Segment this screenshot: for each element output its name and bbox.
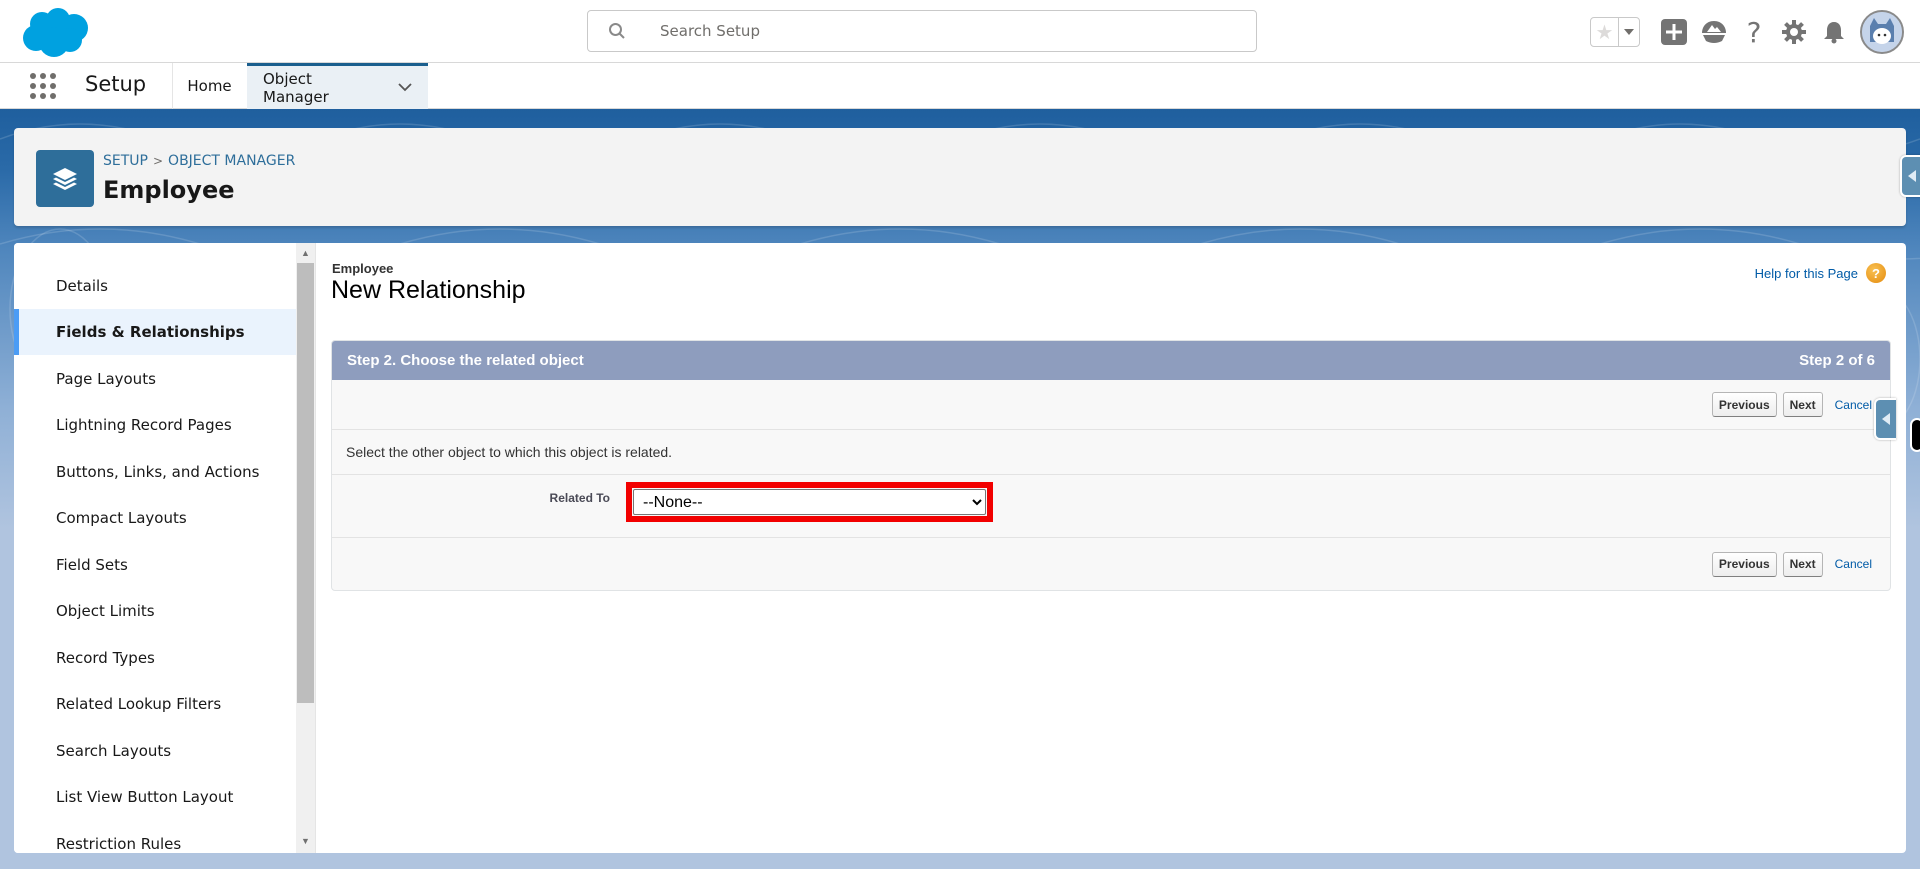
setup-gear-icon[interactable] (1774, 12, 1814, 52)
breadcrumb-setup[interactable]: SETUP (103, 153, 148, 169)
page-title: New Relationship (331, 276, 526, 304)
top-button-row: Previous Next Cancel (332, 380, 1890, 430)
next-button-bottom[interactable]: Next (1782, 551, 1823, 577)
chevron-left-icon (1882, 413, 1890, 425)
sidebar-item-details[interactable]: Details (14, 263, 296, 309)
scroll-down-arrow-icon[interactable]: ▼ (296, 833, 315, 849)
chevron-down-icon[interactable] (398, 83, 412, 92)
sidebar-item-label: Details (56, 277, 109, 295)
sidebar-item-compact-layouts[interactable]: Compact Layouts (14, 495, 296, 541)
global-header: ★ ? (0, 0, 1920, 63)
sidebar-item-label: Page Layouts (56, 370, 156, 388)
bottom-button-row: Previous Next Cancel (332, 538, 1890, 590)
tab-object-manager-label: Object Manager (263, 69, 329, 106)
sidebar-item-label: Record Types (56, 649, 155, 667)
trailhead-icon[interactable] (1694, 12, 1734, 52)
step-title: Step 2. Choose the related object (347, 352, 584, 369)
favorites-group: ★ (1590, 17, 1640, 47)
user-avatar[interactable] (1860, 10, 1904, 54)
notifications-bell-icon[interactable] (1814, 12, 1854, 52)
next-button-top[interactable]: Next (1782, 392, 1823, 417)
related-to-field-row: Related To --None-- (332, 475, 1890, 538)
help-link-label: Help for this Page (1754, 265, 1858, 281)
breadcrumb: SETUP > OBJECT MANAGER (103, 153, 295, 169)
sidebar-item-label: List View Button Layout (56, 788, 234, 806)
previous-button-top[interactable]: Previous (1711, 392, 1777, 417)
search-icon (608, 22, 648, 40)
cancel-link-top[interactable]: Cancel (1835, 398, 1872, 412)
global-actions-add-icon[interactable] (1654, 12, 1694, 52)
sidebar-scrollbar[interactable]: ▲ ▼ (296, 243, 315, 853)
search-input[interactable] (660, 22, 1220, 40)
app-name: Setup (85, 72, 147, 96)
sidebar-item-list-view-button-layout[interactable]: List View Button Layout (14, 774, 296, 820)
step-counter: Step 2 of 6 (1799, 352, 1875, 369)
sidebar-item-label: Fields & Relationships (56, 323, 245, 341)
favorites-star-icon[interactable]: ★ (1591, 18, 1619, 46)
object-header: SETUP > OBJECT MANAGER Employee (14, 128, 1906, 226)
wizard-step-box: Step 2. Choose the related object Step 2… (331, 340, 1891, 591)
breadcrumb-separator: > (152, 154, 164, 168)
help-for-this-page-link[interactable]: Help for this Page ? (1755, 263, 1886, 283)
sidebar-item-restriction-rules[interactable]: Restriction Rules (14, 821, 296, 853)
collapse-panel-tab-top[interactable] (1900, 155, 1920, 197)
related-to-label: Related To (549, 491, 610, 505)
page-type: Employee (332, 261, 394, 276)
search-setup-box[interactable] (587, 10, 1257, 52)
step-description: Select the other object to which this ob… (332, 430, 1890, 475)
sidebar-item-field-sets[interactable]: Field Sets (14, 542, 296, 588)
sidebar-item-search-layouts[interactable]: Search Layouts (14, 728, 296, 774)
object-layers-icon (36, 150, 94, 207)
sidebar-item-object-limits[interactable]: Object Limits (14, 588, 296, 634)
cancel-link-bottom[interactable]: Cancel (1835, 557, 1872, 571)
content-divider (315, 243, 316, 853)
sidebar-item-page-layouts[interactable]: Page Layouts (14, 356, 296, 402)
sidebar-item-buttons-links-actions[interactable]: Buttons, Links, and Actions (14, 449, 296, 495)
scrollbar-thumb[interactable] (297, 263, 314, 703)
sidebar-item-label: Related Lookup Filters (56, 695, 222, 713)
tab-home-label: Home (187, 77, 232, 95)
highlight-box: --None-- (626, 482, 993, 522)
collapse-panel-tab-content[interactable] (1874, 398, 1896, 440)
related-to-select[interactable]: --None-- (633, 489, 986, 515)
sidebar-item-label: Restriction Rules (56, 835, 182, 853)
sidebar-item-label: Compact Layouts (56, 509, 187, 527)
salesforce-logo[interactable] (18, 6, 94, 58)
sidebar-item-record-types[interactable]: Record Types (14, 635, 296, 681)
previous-button-bottom[interactable]: Previous (1711, 551, 1777, 577)
sidebar-item-fields-relationships[interactable]: Fields & Relationships (14, 309, 296, 355)
sidebar-item-label: Search Layouts (56, 742, 172, 760)
tab-home[interactable]: Home (172, 63, 247, 109)
object-manager-sidebar: Details Fields & Relationships Page Layo… (14, 243, 296, 853)
sidebar-item-lightning-record-pages[interactable]: Lightning Record Pages (14, 402, 296, 448)
sidebar-item-label: Buttons, Links, and Actions (56, 463, 260, 481)
app-launcher-icon[interactable] (30, 73, 56, 99)
sidebar-item-label: Object Limits (56, 602, 155, 620)
object-title: Employee (103, 176, 235, 204)
sidebar-item-related-lookup-filters[interactable]: Related Lookup Filters (14, 681, 296, 727)
scroll-up-arrow-icon[interactable]: ▲ (296, 245, 315, 261)
sidebar-item-label: Field Sets (56, 556, 128, 574)
header-utility-icons: ★ ? (1590, 10, 1904, 54)
step-header-bar: Step 2. Choose the related object Step 2… (332, 341, 1890, 380)
tab-object-manager[interactable]: Object Manager (247, 63, 428, 109)
help-question-icon[interactable]: ? (1866, 263, 1886, 283)
chevron-left-icon (1908, 170, 1916, 182)
help-icon[interactable]: ? (1734, 12, 1774, 52)
floating-edge-tab[interactable] (1910, 418, 1920, 452)
sidebar-item-label: Lightning Record Pages (56, 416, 232, 434)
breadcrumb-object-manager[interactable]: OBJECT MANAGER (168, 153, 295, 169)
favorites-dropdown-icon[interactable] (1619, 18, 1639, 46)
main-panel: Details Fields & Relationships Page Layo… (14, 243, 1906, 853)
content-area: Employee New Relationship Help for this … (330, 243, 1906, 853)
app-navigation-bar: Setup Home Object Manager (0, 63, 1920, 109)
